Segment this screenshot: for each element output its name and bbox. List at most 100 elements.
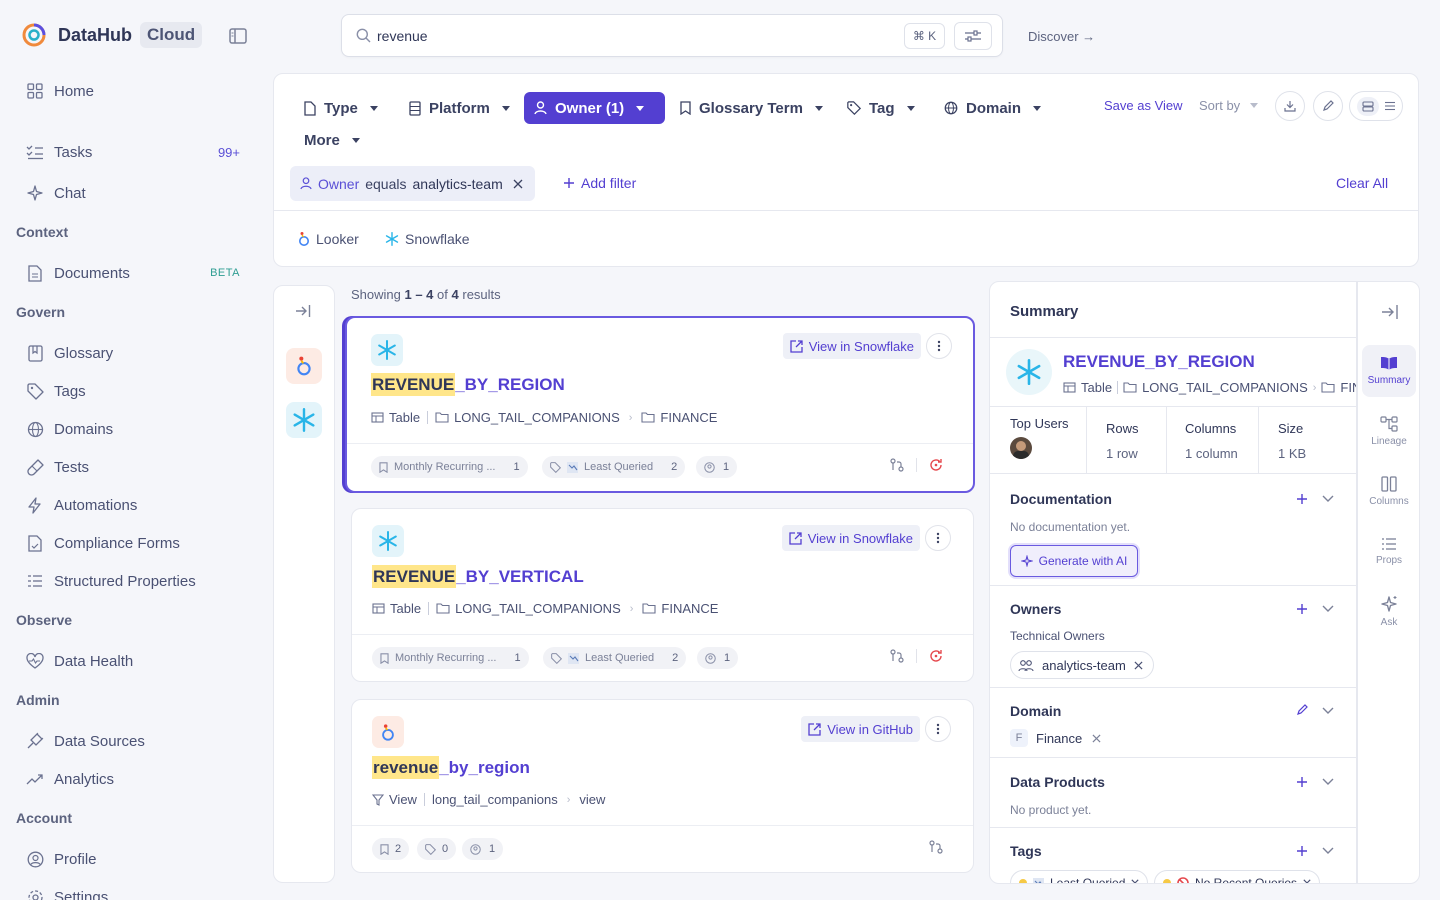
tag-pill[interactable]: Least Queried 2 [543, 647, 687, 669]
expand-panel-icon[interactable] [295, 304, 311, 318]
glossary-term-pill[interactable]: Monthly Recurring ... 1 [372, 647, 529, 669]
tag-pill[interactable]: Least Queried [1010, 870, 1149, 884]
result-folder[interactable]: FINANCE [660, 410, 717, 425]
nav-structured-properties[interactable]: Structured Properties [16, 564, 256, 598]
result-folder[interactable]: FINANCE [661, 601, 718, 616]
download-button[interactable] [1275, 91, 1305, 121]
tab-summary[interactable]: Summary [1362, 345, 1416, 397]
more-options-icon[interactable] [925, 716, 951, 742]
search-input[interactable]: revenue [377, 28, 428, 44]
owner-pill[interactable]: 1 [697, 647, 739, 669]
close-icon[interactable] [1303, 879, 1311, 884]
close-icon[interactable] [513, 179, 523, 189]
domain-tag[interactable]: F Finance [1010, 729, 1101, 747]
collapse-panel-icon[interactable] [1381, 304, 1399, 320]
view-in-platform-button[interactable]: View in Snowflake [781, 525, 920, 551]
refresh-error-icon[interactable] [929, 458, 943, 472]
tab-columns[interactable]: Columns [1362, 465, 1416, 517]
quick-filter-snowflake[interactable]: Snowflake [385, 231, 470, 247]
filter-platform-dropdown[interactable]: Platform [399, 92, 520, 124]
result-container[interactable]: LONG_TAIL_COMPANIONS [455, 601, 621, 616]
chevron-down-icon[interactable] [1322, 707, 1334, 715]
tab-ask[interactable]: Ask [1362, 585, 1416, 637]
brand-logo[interactable]: DataHub Cloud [22, 22, 203, 48]
result-folder[interactable]: view [579, 792, 605, 807]
active-filter-chip[interactable]: Owner equals analytics-team [290, 166, 535, 201]
tab-props[interactable]: Props [1362, 525, 1416, 577]
nav-profile[interactable]: Profile [16, 842, 256, 876]
sort-by-dropdown[interactable]: Sort by [1199, 98, 1259, 113]
more-options-icon[interactable] [925, 525, 951, 551]
owner-pill[interactable]: 1 [696, 456, 738, 478]
nav-home[interactable]: Home [16, 74, 256, 108]
discover-link[interactable]: Discover → [1028, 29, 1095, 44]
close-icon[interactable] [1092, 733, 1101, 743]
chevron-down-icon[interactable] [1322, 847, 1334, 855]
filter-tag-dropdown[interactable]: Tag [837, 92, 925, 124]
filter-domain-dropdown[interactable]: Domain [934, 92, 1051, 124]
filter-more-dropdown[interactable]: More [294, 124, 370, 156]
lineage-icon[interactable] [929, 840, 943, 854]
view-mode-toggle[interactable] [1349, 91, 1403, 121]
quick-filter-looker[interactable]: Looker [298, 231, 359, 247]
tab-lineage[interactable]: Lineage [1362, 405, 1416, 457]
more-options-icon[interactable] [926, 333, 952, 359]
nav-automations[interactable]: Automations [16, 488, 256, 522]
top-user-avatar[interactable] [1010, 437, 1032, 459]
rail-snowflake-button[interactable] [286, 402, 322, 438]
result-title[interactable]: REVENUE_BY_REGION [371, 373, 565, 396]
nav-compliance-forms[interactable]: Compliance Forms [16, 526, 256, 560]
generate-with-ai-button[interactable]: Generate with AI [1010, 545, 1138, 577]
tag-pill[interactable]: 0 [417, 838, 457, 860]
tag-pill[interactable]: No Recent Queries [1154, 870, 1321, 884]
add-tag-icon[interactable] [1296, 845, 1308, 857]
glossary-term-pill[interactable]: 2 [372, 838, 410, 860]
result-title[interactable]: revenue_by_region [372, 756, 530, 779]
chevron-down-icon[interactable] [1322, 605, 1334, 613]
view-in-platform-button[interactable]: View in Snowflake [782, 333, 921, 359]
close-icon[interactable] [1134, 660, 1143, 670]
save-as-view-button[interactable]: Save as View [1104, 98, 1183, 113]
add-filter-button[interactable]: Add filter [563, 175, 636, 191]
edit-domain-icon[interactable] [1296, 704, 1308, 716]
nav-tests[interactable]: Tests [16, 450, 256, 484]
owner-tag[interactable]: analytics-team [1010, 651, 1154, 679]
nav-settings[interactable]: Settings [16, 880, 256, 900]
add-data-product-icon[interactable] [1296, 776, 1308, 788]
result-container[interactable]: long_tail_companions [432, 792, 558, 807]
result-card[interactable]: View in Snowflake REVENUE_BY_VERTICAL Ta… [351, 508, 974, 682]
clear-all-button[interactable]: Clear All [1336, 175, 1388, 191]
sidebar-collapse-icon[interactable] [229, 28, 247, 44]
owner-pill[interactable]: 1 [462, 838, 504, 860]
view-in-platform-button[interactable]: View in GitHub [801, 716, 920, 742]
glossary-term-pill[interactable]: Monthly Recurring ... 1 [371, 456, 528, 478]
filter-glossary-term-dropdown[interactable]: Glossary Term [670, 92, 833, 124]
nav-chat[interactable]: Chat [16, 176, 256, 210]
entity-container[interactable]: LONG_TAIL_COMPANIONS [1142, 380, 1308, 395]
search-bar[interactable]: revenue ⌘ K [341, 14, 1003, 57]
nav-domains[interactable]: Domains [16, 412, 256, 446]
lineage-icon[interactable] [890, 458, 904, 472]
lineage-icon[interactable] [890, 649, 904, 663]
card-view-icon[interactable] [1356, 96, 1379, 116]
result-card[interactable]: View in GitHub revenue_by_region View lo… [351, 699, 974, 873]
add-documentation-icon[interactable] [1296, 493, 1308, 505]
nav-analytics[interactable]: Analytics [16, 762, 256, 796]
edit-button[interactable] [1313, 91, 1343, 121]
nav-documents[interactable]: Documents BETA [16, 256, 256, 290]
nav-data-sources[interactable]: Data Sources [16, 724, 256, 758]
refresh-error-icon[interactable] [929, 649, 943, 663]
nav-glossary[interactable]: Glossary [16, 336, 256, 370]
nav-tasks[interactable]: Tasks 99+ [16, 135, 256, 169]
nav-data-health[interactable]: Data Health [16, 644, 256, 678]
rail-looker-button[interactable] [286, 348, 322, 384]
chevron-down-icon[interactable] [1322, 778, 1334, 786]
tag-pill[interactable]: Least Queried 2 [542, 456, 686, 478]
list-view-icon[interactable] [1384, 101, 1396, 111]
result-container[interactable]: LONG_TAIL_COMPANIONS [454, 410, 620, 425]
filter-type-dropdown[interactable]: Type [294, 92, 388, 124]
chevron-down-icon[interactable] [1322, 495, 1334, 503]
entity-name[interactable]: REVENUE_BY_REGION [1063, 352, 1255, 372]
result-card[interactable]: View in Snowflake REVENUE_BY_REGION Tabl… [345, 316, 975, 493]
close-icon[interactable] [1131, 879, 1139, 884]
